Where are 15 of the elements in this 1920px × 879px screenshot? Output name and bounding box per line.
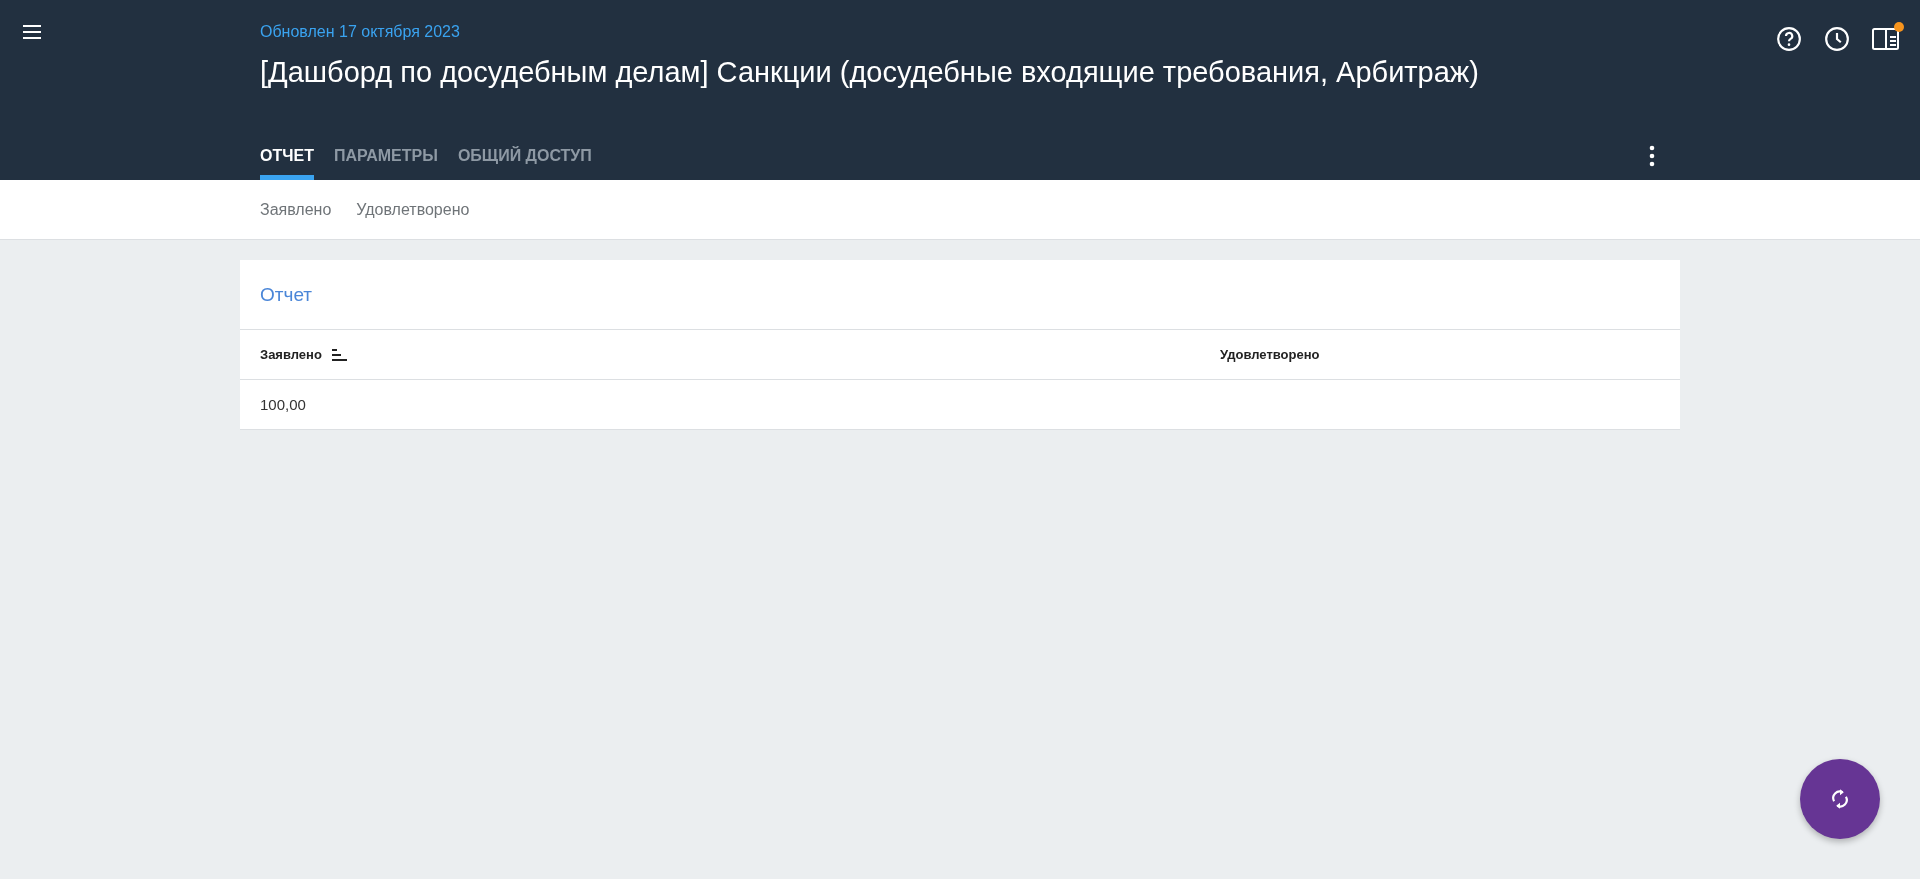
history-icon[interactable] [1824,26,1850,52]
table-cell: 100,00 [260,396,306,413]
card-title: Отчет [240,260,1680,330]
tab[interactable]: ПАРАМЕТРЫ [333,130,438,180]
tab[interactable]: ОБЩИЙ ДОСТУП [457,130,592,180]
column-header[interactable]: Удовлетворено [1220,347,1320,362]
more-icon[interactable] [1647,144,1657,168]
column-header[interactable]: Заявлено [260,347,322,362]
sort-icon[interactable] [331,348,348,361]
updated-date: Обновлен 17 октября 2023 [260,22,461,42]
help-icon[interactable] [1776,26,1802,52]
filter-chip[interactable]: Заявлено [260,200,332,219]
refresh-button[interactable] [1800,759,1880,839]
report-title: [Дашборд по досудебным делам] Санкции (досудебные входящие требования, Арбитраж) [260,55,1480,90]
filter-chip[interactable]: Удовлетворено [356,200,470,219]
